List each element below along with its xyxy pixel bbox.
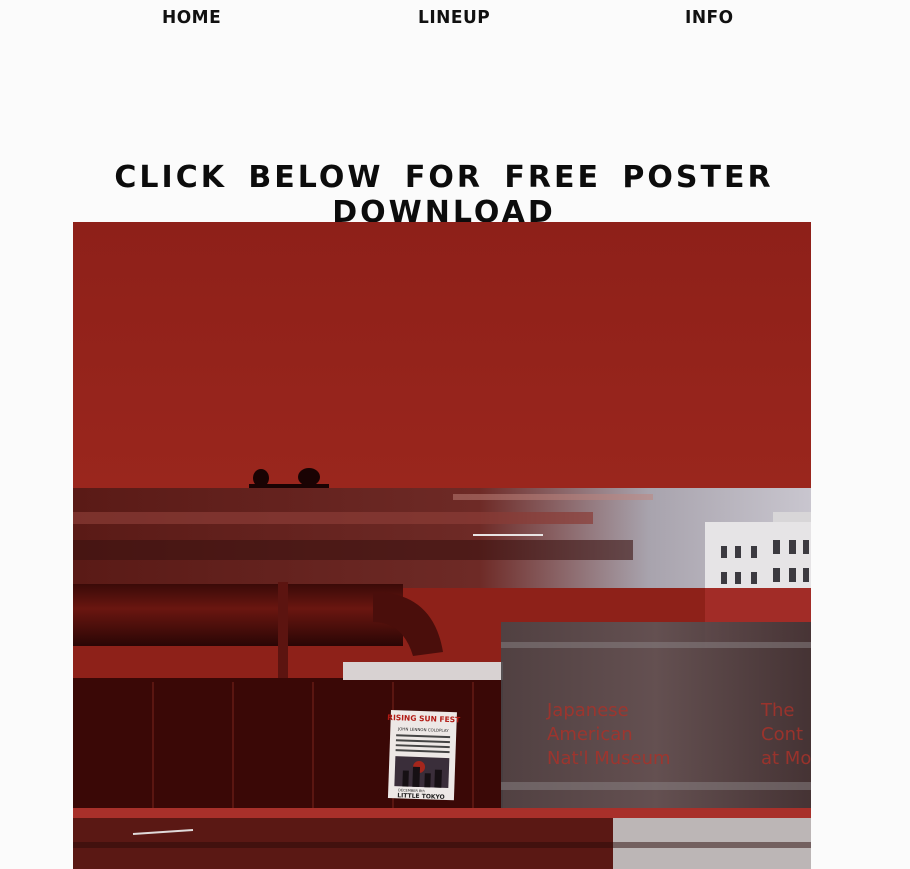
poster-download-link[interactable]: RISING SUN FEST JOHN LENNON COLDPLAY DEC… [73,222,811,869]
nav-home-link[interactable]: HOME [162,8,221,29]
sign-right-line-3: at Mo [761,748,811,769]
poster-photo: RISING SUN FEST JOHN LENNON COLDPLAY DEC… [73,222,811,869]
sign-line-2: American [547,724,633,745]
sign-line-3: Nat'l Museum [547,748,671,769]
sign-line-1: Japanese [546,700,629,721]
sign-right-line-2: Cont [761,724,803,745]
top-nav: HOME LINEUP INFO [0,0,910,40]
festival-poster: RISING SUN FEST JOHN LENNON COLDPLAY DEC… [387,710,461,801]
museum-sign: Japanese American Nat'l Museum The Cont … [501,622,811,810]
nav-info-link[interactable]: INFO [685,8,734,29]
sign-right-line-1: The [760,700,794,721]
nav-lineup-link[interactable]: LINEUP [418,8,490,29]
download-headline: CLICK BELOW FOR FREE POSTER DOWNLOAD [114,160,774,230]
